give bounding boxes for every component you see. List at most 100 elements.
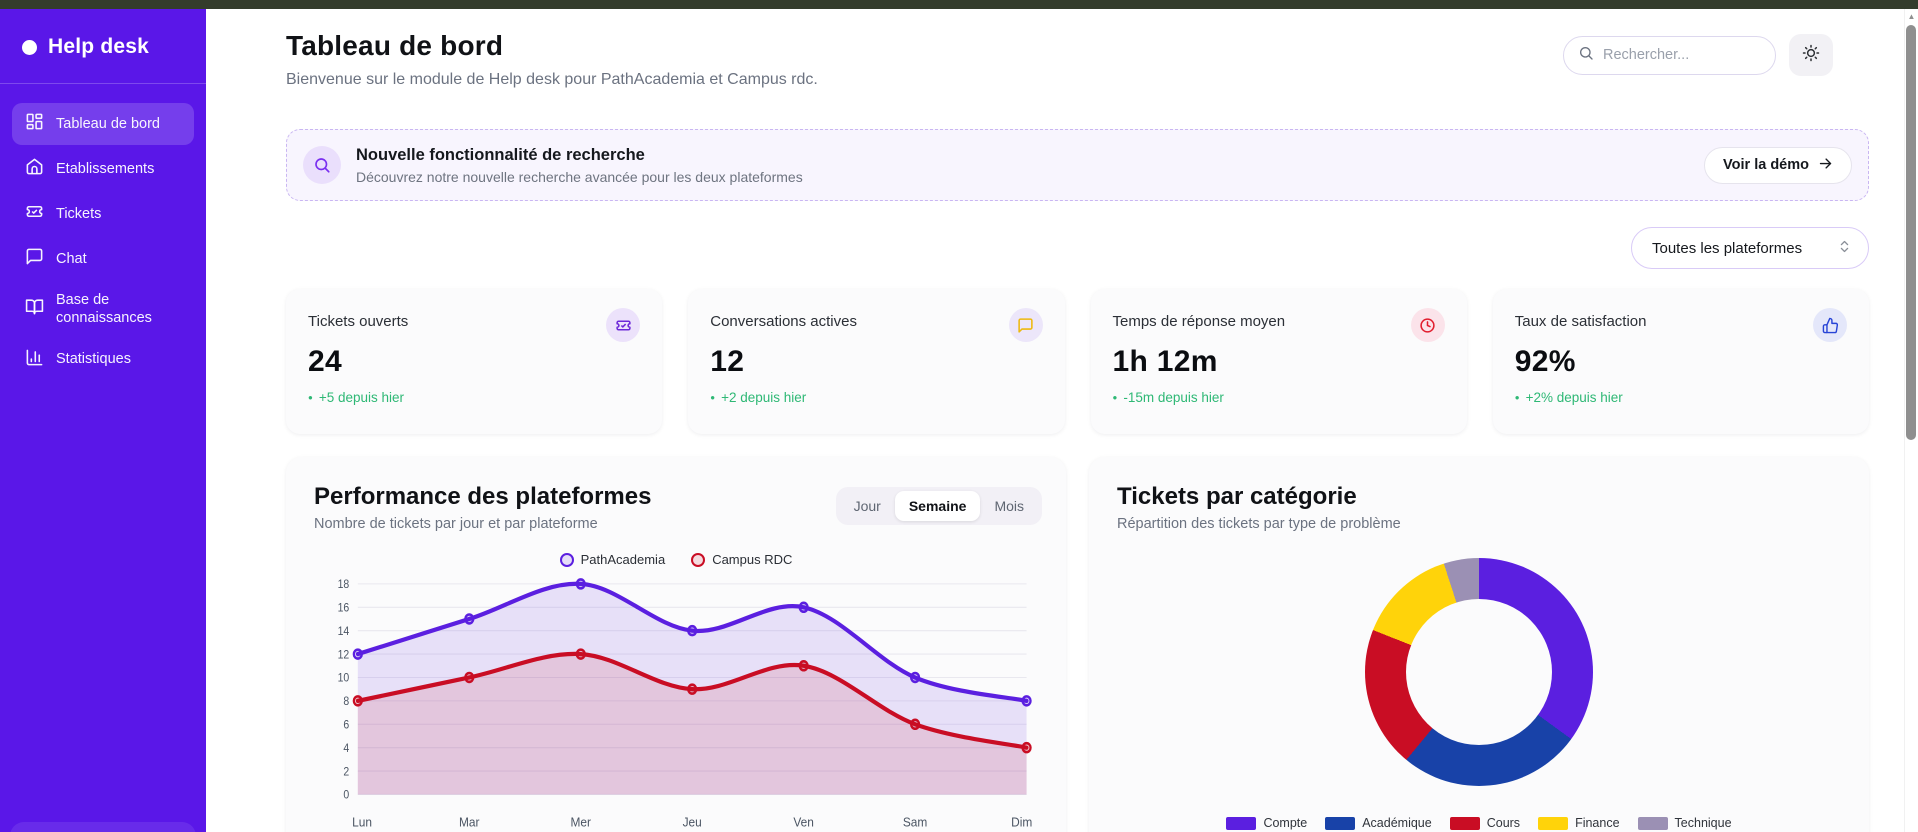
legend-item: Finance	[1538, 816, 1619, 830]
svg-text:Jeu: Jeu	[683, 815, 702, 830]
sidebar-item-label: Tickets	[56, 206, 101, 223]
arrow-right-icon	[1818, 156, 1833, 175]
legend-item: Campus RDC	[691, 552, 792, 567]
demo-button[interactable]: Voir la démo	[1704, 147, 1852, 184]
stat-value: 24	[308, 345, 640, 379]
legend-swatch-icon	[1638, 817, 1668, 830]
chat-bubble-icon	[1009, 308, 1043, 342]
chart-title: Tickets par catégorie	[1117, 483, 1841, 511]
svg-text:Dim: Dim	[1011, 815, 1032, 830]
home-icon	[25, 157, 44, 181]
search-box[interactable]	[1563, 36, 1776, 75]
tickets-category-card: Tickets par catégorie Répartition des ti…	[1089, 457, 1869, 832]
stat-card-taux-de-satisfaction: Taux de satisfaction 92% +2% depuis hier	[1493, 289, 1869, 434]
sidebar-item-tickets[interactable]: Tickets	[12, 193, 194, 235]
stat-card-temps-de-reponse: Temps de réponse moyen 1h 12m -15m depui…	[1091, 289, 1467, 434]
tab-semaine[interactable]: Semaine	[895, 491, 981, 521]
brand: Help desk	[0, 9, 206, 83]
stat-label: Tickets ouverts	[308, 313, 640, 330]
demo-button-label: Voir la démo	[1723, 157, 1809, 173]
sidebar-bottom-panel	[10, 822, 196, 832]
legend-marker-icon	[560, 553, 574, 567]
svg-text:Mer: Mer	[570, 815, 590, 830]
svg-text:0: 0	[343, 789, 349, 802]
stat-value: 92%	[1515, 345, 1847, 379]
sidebar-item-chat[interactable]: Chat	[12, 238, 194, 280]
svg-text:6: 6	[343, 719, 349, 732]
svg-text:14: 14	[338, 625, 350, 638]
stat-delta: +5 depuis hier	[308, 390, 640, 405]
donut-chart	[1365, 558, 1593, 786]
legend-label: Académique	[1362, 816, 1432, 830]
scrollbar-up-arrow[interactable]: ▲	[1905, 12, 1918, 21]
sidebar-item-base-de-connaissances[interactable]: Base de connaissances	[12, 283, 194, 335]
page-title: Tableau de bord	[286, 30, 818, 62]
donut-chart-legend: Compte Académique Cours Finance Technique	[1226, 816, 1731, 830]
legend-label: Cours	[1487, 816, 1520, 830]
thumbs-up-icon	[1813, 308, 1847, 342]
brand-name: Help desk	[48, 35, 149, 59]
legend-swatch-icon	[1226, 817, 1256, 830]
sidebar-item-statistiques[interactable]: Statistiques	[12, 339, 194, 381]
scrollbar-thumb[interactable]	[1906, 25, 1916, 440]
banner-subtitle: Découvrez notre nouvelle recherche avanc…	[356, 169, 803, 185]
line-chart: 024681012141618LunMarMerJeuVenSamDim	[314, 569, 1038, 832]
tab-jour[interactable]: Jour	[840, 491, 895, 521]
sidebar-item-tableau-de-bord[interactable]: Tableau de bord	[12, 103, 194, 145]
sidebar-item-label: Chat	[56, 251, 87, 268]
sidebar-item-etablissements[interactable]: Etablissements	[12, 148, 194, 190]
chat-bubble-icon	[25, 247, 44, 271]
sidebar: Help desk Tableau de bord Etablissements…	[0, 9, 206, 832]
search-input[interactable]	[1603, 47, 1753, 63]
page-subtitle: Bienvenue sur le module de Help desk pou…	[286, 71, 818, 89]
legend-label: PathAcademia	[581, 552, 666, 567]
legend-label: Finance	[1575, 816, 1619, 830]
sidebar-item-label: Tableau de bord	[56, 116, 160, 133]
clock-icon	[1411, 308, 1445, 342]
dashboard-grid-icon	[25, 112, 44, 136]
stat-delta: +2 depuis hier	[710, 390, 1042, 405]
search-icon	[303, 146, 341, 184]
svg-text:Ven: Ven	[793, 815, 814, 830]
svg-text:Sam: Sam	[903, 815, 927, 830]
stat-value: 1h 12m	[1113, 345, 1445, 379]
stat-card-conversations-actives: Conversations actives 12 +2 depuis hier	[688, 289, 1064, 434]
banner-text: Nouvelle fonctionnalité de recherche Déc…	[356, 146, 803, 185]
svg-text:16: 16	[338, 602, 350, 615]
svg-text:10: 10	[338, 672, 350, 685]
feature-banner: Nouvelle fonctionnalité de recherche Déc…	[286, 129, 1869, 201]
chart-subtitle: Répartition des tickets par type de prob…	[1117, 516, 1841, 532]
svg-text:12: 12	[338, 649, 350, 662]
ticket-icon	[25, 202, 44, 226]
window-top-strip	[0, 0, 1918, 9]
theme-toggle-button[interactable]	[1789, 34, 1833, 76]
svg-text:18: 18	[338, 579, 350, 592]
legend-label: Campus RDC	[712, 552, 792, 567]
period-tabs: Jour Semaine Mois	[836, 487, 1042, 525]
scrollbar[interactable]: ▲	[1904, 9, 1918, 832]
sidebar-item-label: Base de connaissances	[56, 292, 181, 326]
sidebar-item-label: Statistiques	[56, 351, 131, 368]
legend-item: Compte	[1226, 816, 1307, 830]
legend-item: Cours	[1450, 816, 1520, 830]
svg-text:2: 2	[343, 766, 349, 779]
page-header: Tableau de bord Bienvenue sur le module …	[286, 30, 818, 89]
platform-select[interactable]: Toutes les plateformes	[1631, 227, 1869, 269]
stat-label: Taux de satisfaction	[1515, 313, 1847, 330]
legend-item: Technique	[1638, 816, 1732, 830]
sidebar-item-label: Etablissements	[56, 161, 154, 178]
stat-card-tickets-ouverts: Tickets ouverts 24 +5 depuis hier	[286, 289, 662, 434]
stat-label: Temps de réponse moyen	[1113, 313, 1445, 330]
line-chart-legend: PathAcademia Campus RDC	[314, 552, 1038, 567]
sidebar-nav: Tableau de bord Etablissements Tickets C…	[0, 84, 206, 400]
ticket-icon	[606, 308, 640, 342]
legend-item: Académique	[1325, 816, 1432, 830]
banner-title: Nouvelle fonctionnalité de recherche	[356, 146, 803, 165]
legend-label: Compte	[1263, 816, 1307, 830]
sun-icon	[1802, 44, 1820, 67]
svg-text:8: 8	[343, 696, 349, 709]
tab-mois[interactable]: Mois	[980, 491, 1038, 521]
svg-text:4: 4	[343, 742, 349, 755]
stat-label: Conversations actives	[710, 313, 1042, 330]
legend-swatch-icon	[1325, 817, 1355, 830]
